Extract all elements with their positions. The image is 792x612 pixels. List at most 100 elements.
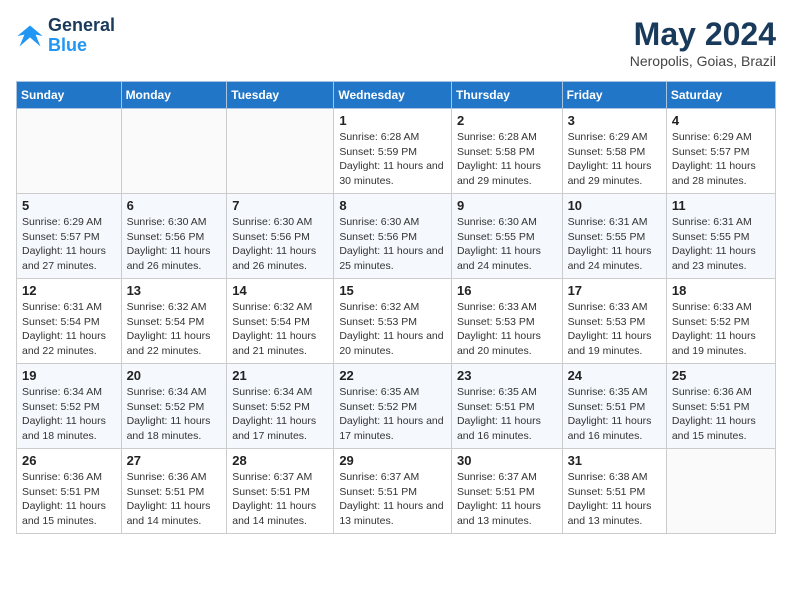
day-number: 22 <box>339 368 446 383</box>
weekday-header: Monday <box>121 82 227 109</box>
weekday-header: Wednesday <box>334 82 452 109</box>
calendar-cell: 30 Sunrise: 6:37 AM Sunset: 5:51 PM Dayli… <box>451 449 562 534</box>
day-info: Sunrise: 6:28 AM Sunset: 5:59 PM Dayligh… <box>339 130 446 189</box>
day-number: 7 <box>232 198 328 213</box>
day-number: 24 <box>568 368 661 383</box>
day-info: Sunrise: 6:35 AM Sunset: 5:51 PM Dayligh… <box>457 385 557 444</box>
day-number: 21 <box>232 368 328 383</box>
calendar-cell: 27Sunrise: 6:36 AM Sunset: 5:51 PM Dayli… <box>121 449 227 534</box>
calendar-cell <box>17 109 122 194</box>
day-number: 13 <box>127 283 222 298</box>
calendar-cell: 3 Sunrise: 6:29 AM Sunset: 5:58 PM Daylig… <box>562 109 666 194</box>
calendar-week-row: 5Sunrise: 6:29 AM Sunset: 5:57 PM Daylig… <box>17 194 776 279</box>
weekday-header: Saturday <box>666 82 775 109</box>
day-info: Sunrise: 6:34 AM Sunset: 5:52 PM Dayligh… <box>232 385 328 444</box>
calendar-cell: 6 Sunrise: 6:30 AM Sunset: 5:56 PM Daylig… <box>121 194 227 279</box>
calendar-cell: 15Sunrise: 6:32 AM Sunset: 5:53 PM Dayli… <box>334 279 452 364</box>
day-info: Sunrise: 6:33 AM Sunset: 5:53 PM Dayligh… <box>568 300 661 359</box>
calendar-cell: 14Sunrise: 6:32 AM Sunset: 5:54 PM Dayli… <box>227 279 334 364</box>
day-info: Sunrise: 6:34 AM Sunset: 5:52 PM Dayligh… <box>22 385 116 444</box>
day-info: Sunrise: 6:30 AM Sunset: 5:56 PM Dayligh… <box>127 215 222 274</box>
day-number: 31 <box>568 453 661 468</box>
day-info: Sunrise: 6:36 AM Sunset: 5:51 PM Dayligh… <box>672 385 770 444</box>
day-info: Sunrise: 6:36 AM Sunset: 5:51 PM Dayligh… <box>127 470 222 529</box>
calendar-cell: 7 Sunrise: 6:30 AM Sunset: 5:56 PM Daylig… <box>227 194 334 279</box>
day-number: 14 <box>232 283 328 298</box>
calendar-cell: 9 Sunrise: 6:30 AM Sunset: 5:55 PM Daylig… <box>451 194 562 279</box>
calendar-cell: 31 Sunrise: 6:38 AM Sunset: 5:51 PM Dayli… <box>562 449 666 534</box>
title-block: May 2024 Neropolis, Goias, Brazil <box>630 16 776 69</box>
logo-text: General Blue <box>48 16 115 56</box>
day-number: 25 <box>672 368 770 383</box>
calendar-week-row: 26 Sunrise: 6:36 AM Sunset: 5:51 PM Dayli… <box>17 449 776 534</box>
day-info: Sunrise: 6:28 AM Sunset: 5:58 PM Dayligh… <box>457 130 557 189</box>
day-info: Sunrise: 6:34 AM Sunset: 5:52 PM Dayligh… <box>127 385 222 444</box>
day-info: Sunrise: 6:33 AM Sunset: 5:52 PM Dayligh… <box>672 300 770 359</box>
day-number: 18 <box>672 283 770 298</box>
day-number: 2 <box>457 113 557 128</box>
day-number: 15 <box>339 283 446 298</box>
calendar-cell: 4Sunrise: 6:29 AM Sunset: 5:57 PM Daylig… <box>666 109 775 194</box>
day-number: 12 <box>22 283 116 298</box>
day-info: Sunrise: 6:29 AM Sunset: 5:57 PM Dayligh… <box>22 215 116 274</box>
day-info: Sunrise: 6:31 AM Sunset: 5:55 PM Dayligh… <box>568 215 661 274</box>
calendar-cell: 5Sunrise: 6:29 AM Sunset: 5:57 PM Daylig… <box>17 194 122 279</box>
calendar-cell: 22Sunrise: 6:35 AM Sunset: 5:52 PM Dayli… <box>334 364 452 449</box>
day-number: 8 <box>339 198 446 213</box>
calendar-cell: 16Sunrise: 6:33 AM Sunset: 5:53 PM Dayli… <box>451 279 562 364</box>
day-info: Sunrise: 6:37 AM Sunset: 5:51 PM Dayligh… <box>339 470 446 529</box>
calendar-cell: 24 Sunrise: 6:35 AM Sunset: 5:51 PM Dayli… <box>562 364 666 449</box>
calendar-cell: 19Sunrise: 6:34 AM Sunset: 5:52 PM Dayli… <box>17 364 122 449</box>
day-number: 30 <box>457 453 557 468</box>
day-number: 23 <box>457 368 557 383</box>
day-info: Sunrise: 6:30 AM Sunset: 5:55 PM Dayligh… <box>457 215 557 274</box>
day-info: Sunrise: 6:29 AM Sunset: 5:58 PM Dayligh… <box>568 130 661 189</box>
calendar-cell: 26 Sunrise: 6:36 AM Sunset: 5:51 PM Dayli… <box>17 449 122 534</box>
day-number: 26 <box>22 453 116 468</box>
day-info: Sunrise: 6:29 AM Sunset: 5:57 PM Dayligh… <box>672 130 770 189</box>
logo: General Blue <box>16 16 115 56</box>
calendar-cell: 8Sunrise: 6:30 AM Sunset: 5:56 PM Daylig… <box>334 194 452 279</box>
page-header: General Blue May 2024 Neropolis, Goias, … <box>16 16 776 69</box>
day-info: Sunrise: 6:37 AM Sunset: 5:51 PM Dayligh… <box>232 470 328 529</box>
day-info: Sunrise: 6:31 AM Sunset: 5:54 PM Dayligh… <box>22 300 116 359</box>
logo-icon <box>16 22 44 50</box>
weekday-header: Friday <box>562 82 666 109</box>
calendar-cell: 17Sunrise: 6:33 AM Sunset: 5:53 PM Dayli… <box>562 279 666 364</box>
day-number: 16 <box>457 283 557 298</box>
calendar-header-row: SundayMondayTuesdayWednesdayThursdayFrid… <box>17 82 776 109</box>
day-info: Sunrise: 6:36 AM Sunset: 5:51 PM Dayligh… <box>22 470 116 529</box>
calendar-cell: 13 Sunrise: 6:32 AM Sunset: 5:54 PM Dayli… <box>121 279 227 364</box>
calendar-cell <box>121 109 227 194</box>
day-number: 9 <box>457 198 557 213</box>
day-number: 3 <box>568 113 661 128</box>
weekday-header: Tuesday <box>227 82 334 109</box>
calendar-cell: 20Sunrise: 6:34 AM Sunset: 5:52 PM Dayli… <box>121 364 227 449</box>
day-info: Sunrise: 6:35 AM Sunset: 5:51 PM Dayligh… <box>568 385 661 444</box>
day-info: Sunrise: 6:30 AM Sunset: 5:56 PM Dayligh… <box>232 215 328 274</box>
calendar-cell: 29 Sunrise: 6:37 AM Sunset: 5:51 PM Dayli… <box>334 449 452 534</box>
day-info: Sunrise: 6:37 AM Sunset: 5:51 PM Dayligh… <box>457 470 557 529</box>
calendar-cell: 12 Sunrise: 6:31 AM Sunset: 5:54 PM Dayli… <box>17 279 122 364</box>
day-number: 10 <box>568 198 661 213</box>
day-number: 6 <box>127 198 222 213</box>
calendar-cell: 28 Sunrise: 6:37 AM Sunset: 5:51 PM Dayli… <box>227 449 334 534</box>
calendar-cell: 18 Sunrise: 6:33 AM Sunset: 5:52 PM Dayli… <box>666 279 775 364</box>
calendar-week-row: 19Sunrise: 6:34 AM Sunset: 5:52 PM Dayli… <box>17 364 776 449</box>
day-info: Sunrise: 6:38 AM Sunset: 5:51 PM Dayligh… <box>568 470 661 529</box>
day-info: Sunrise: 6:32 AM Sunset: 5:54 PM Dayligh… <box>127 300 222 359</box>
calendar-cell <box>227 109 334 194</box>
calendar-cell: 1 Sunrise: 6:28 AM Sunset: 5:59 PM Daylig… <box>334 109 452 194</box>
calendar-cell: 11 Sunrise: 6:31 AM Sunset: 5:55 PM Dayli… <box>666 194 775 279</box>
day-number: 28 <box>232 453 328 468</box>
weekday-header: Sunday <box>17 82 122 109</box>
day-info: Sunrise: 6:31 AM Sunset: 5:55 PM Dayligh… <box>672 215 770 274</box>
day-number: 1 <box>339 113 446 128</box>
location-subtitle: Neropolis, Goias, Brazil <box>630 53 776 69</box>
day-number: 29 <box>339 453 446 468</box>
calendar-week-row: 1 Sunrise: 6:28 AM Sunset: 5:59 PM Daylig… <box>17 109 776 194</box>
calendar-table: SundayMondayTuesdayWednesdayThursdayFrid… <box>16 81 776 534</box>
month-title: May 2024 <box>630 16 776 53</box>
day-number: 11 <box>672 198 770 213</box>
calendar-cell: 25 Sunrise: 6:36 AM Sunset: 5:51 PM Dayli… <box>666 364 775 449</box>
